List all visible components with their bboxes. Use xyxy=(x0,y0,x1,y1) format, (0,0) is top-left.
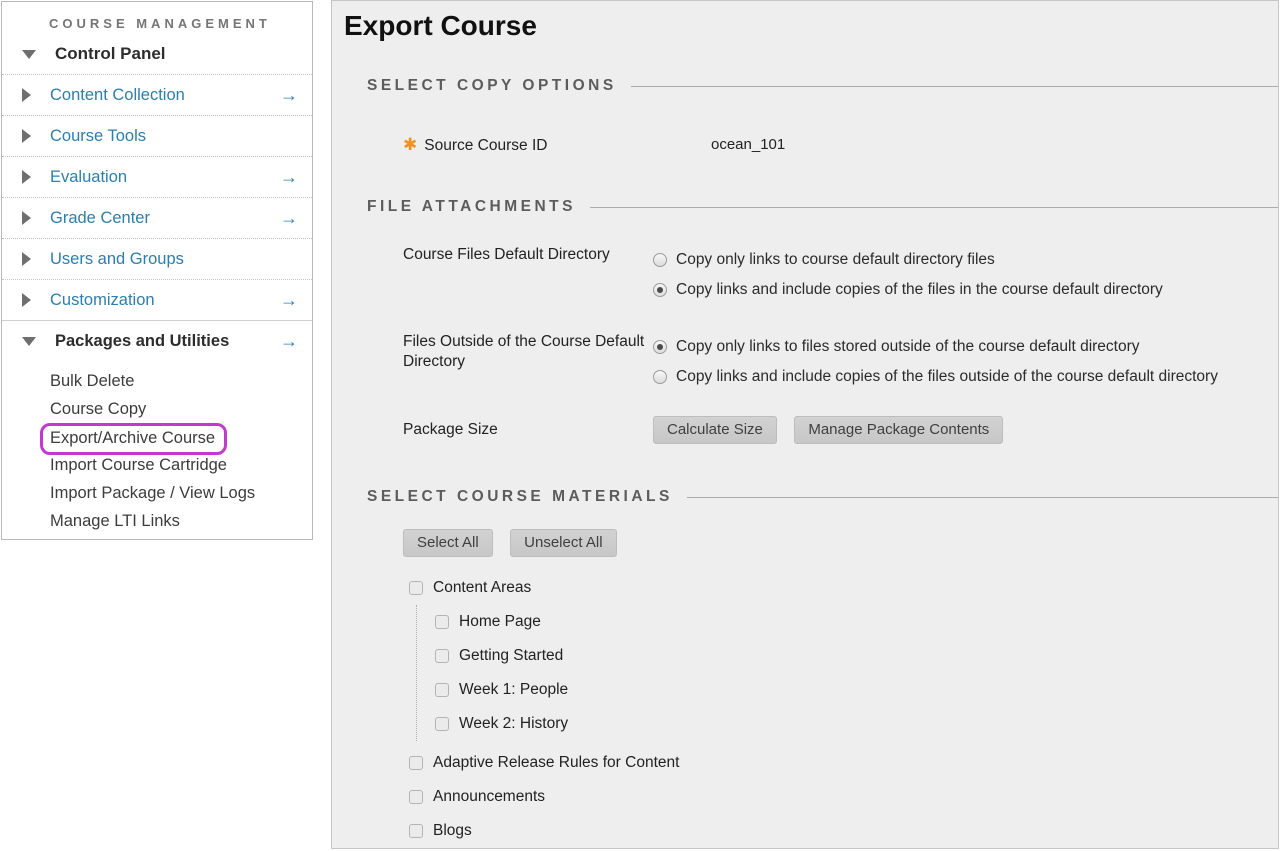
course-files-default-directory-row: Course Files Default Directory Copy only… xyxy=(332,245,1278,305)
checkbox-item-home-page[interactable]: Home Page xyxy=(435,605,1278,639)
sidebar-item-content-collection[interactable]: Content Collection → xyxy=(2,74,312,115)
right-arrow-icon[interactable]: → xyxy=(280,290,298,311)
source-course-id-value: ocean_101 xyxy=(711,135,785,155)
sidebar-item-course-tools[interactable]: Course Tools xyxy=(2,115,312,156)
calculate-size-button[interactable]: Calculate Size xyxy=(653,416,777,444)
chevron-right-icon[interactable] xyxy=(22,88,31,102)
sidebar-header: COURSE MANAGEMENT xyxy=(49,16,312,31)
highlight-ring: Export/Archive Course xyxy=(40,423,227,455)
right-arrow-icon[interactable]: → xyxy=(280,208,298,229)
checkbox[interactable] xyxy=(409,581,423,595)
sidebar-item-control-panel[interactable]: Control Panel xyxy=(2,34,312,74)
package-size-buttons: Calculate Size Manage Package Contents xyxy=(653,416,1003,444)
checkbox[interactable] xyxy=(435,615,449,629)
sidebar-item-packages-and-utilities[interactable]: Packages and Utilities → xyxy=(2,320,312,361)
radio-option-copy-only-links-default[interactable]: Copy only links to course default direct… xyxy=(653,245,1163,275)
course-files-radio-group: Copy only links to course default direct… xyxy=(653,245,1163,305)
checkbox-item-content-areas[interactable]: Content Areas xyxy=(409,571,1278,605)
packages-utilities-label[interactable]: Packages and Utilities xyxy=(55,332,229,351)
export-archive-course-label[interactable]: Export/Archive Course xyxy=(50,429,215,447)
package-size-row: Package Size Calculate Size Manage Packa… xyxy=(332,416,1278,444)
submenu-item-import-package-view-logs[interactable]: Import Package / View Logs xyxy=(50,479,312,507)
submenu-item-export-archive-course[interactable]: Export/Archive Course xyxy=(50,423,312,451)
radio-option-copy-only-links-outside[interactable]: Copy only links to files stored outside … xyxy=(653,332,1218,362)
radio-button[interactable] xyxy=(653,283,667,297)
submenu-item-manage-lti-links[interactable]: Manage LTI Links xyxy=(50,507,312,535)
right-arrow-icon[interactable]: → xyxy=(280,85,298,106)
sidebar-link[interactable]: Evaluation xyxy=(50,168,127,187)
course-files-default-directory-label: Course Files Default Directory xyxy=(403,245,653,265)
course-management-sidebar: COURSE MANAGEMENT Control Panel Content … xyxy=(1,1,313,540)
checkbox-item-getting-started[interactable]: Getting Started xyxy=(435,639,1278,673)
export-course-panel: Export Course SELECT COPY OPTIONS ✱Sourc… xyxy=(331,0,1279,849)
checkbox[interactable] xyxy=(435,649,449,663)
submenu-item-course-copy[interactable]: Course Copy xyxy=(50,395,312,423)
sidebar-link[interactable]: Content Collection xyxy=(50,86,185,105)
select-buttons-row: Select All Unselect All xyxy=(403,529,1278,557)
packages-submenu: Bulk Delete Course Copy Export/Archive C… xyxy=(2,367,312,535)
manage-package-contents-button[interactable]: Manage Package Contents xyxy=(794,416,1003,444)
sidebar-item-evaluation[interactable]: Evaluation → xyxy=(2,156,312,197)
chevron-right-icon[interactable] xyxy=(22,211,31,225)
checkbox[interactable] xyxy=(409,824,423,838)
radio-button[interactable] xyxy=(653,253,667,267)
source-course-id-label: ✱Source Course ID xyxy=(403,135,653,156)
radio-option-copy-links-and-copies-default[interactable]: Copy links and include copies of the fil… xyxy=(653,275,1163,305)
right-arrow-icon[interactable]: → xyxy=(280,167,298,188)
section-select-copy-options: SELECT COPY OPTIONS xyxy=(367,77,1278,95)
sidebar-link[interactable]: Course Tools xyxy=(50,127,146,146)
chevron-right-icon[interactable] xyxy=(22,293,31,307)
checkbox-item-blogs[interactable]: Blogs xyxy=(409,814,1278,848)
sidebar-link[interactable]: Customization xyxy=(50,291,155,310)
checkbox-item-week-1-people[interactable]: Week 1: People xyxy=(435,673,1278,707)
radio-button[interactable] xyxy=(653,340,667,354)
submenu-item-import-course-cartridge[interactable]: Import Course Cartridge xyxy=(50,451,312,479)
sidebar-item-users-and-groups[interactable]: Users and Groups xyxy=(2,238,312,279)
files-outside-radio-group: Copy only links to files stored outside … xyxy=(653,332,1218,392)
chevron-down-icon[interactable] xyxy=(22,50,36,59)
select-all-button[interactable]: Select All xyxy=(403,529,493,557)
chevron-right-icon[interactable] xyxy=(22,129,31,143)
unselect-all-button[interactable]: Unselect All xyxy=(510,529,616,557)
checkbox-item-week-2-history[interactable]: Week 2: History xyxy=(435,707,1278,741)
sidebar-link[interactable]: Users and Groups xyxy=(50,250,184,269)
chevron-right-icon[interactable] xyxy=(22,252,31,266)
checkbox[interactable] xyxy=(409,790,423,804)
sidebar-item-grade-center[interactable]: Grade Center → xyxy=(2,197,312,238)
checkbox[interactable] xyxy=(435,717,449,731)
files-outside-directory-row: Files Outside of the Course Default Dire… xyxy=(332,332,1278,392)
sidebar-link[interactable]: Grade Center xyxy=(50,209,150,228)
submenu-item-bulk-delete[interactable]: Bulk Delete xyxy=(50,367,312,395)
package-size-label: Package Size xyxy=(403,420,653,440)
source-course-id-row: ✱Source Course ID ocean_101 xyxy=(332,135,1278,156)
files-outside-directory-label: Files Outside of the Course Default Dire… xyxy=(403,332,653,372)
radio-option-copy-links-and-copies-outside[interactable]: Copy links and include copies of the fil… xyxy=(653,362,1218,392)
right-arrow-icon[interactable]: → xyxy=(280,331,298,352)
screenshot-root: COURSE MANAGEMENT Control Panel Content … xyxy=(0,0,1280,851)
checkbox-item-adaptive-release-rules[interactable]: Adaptive Release Rules for Content xyxy=(409,746,1278,780)
control-panel-label[interactable]: Control Panel xyxy=(55,44,166,64)
course-materials-tree: Content Areas Home Page Getting Started … xyxy=(409,571,1278,848)
checkbox[interactable] xyxy=(435,683,449,697)
chevron-down-icon[interactable] xyxy=(22,337,36,346)
section-file-attachments: FILE ATTACHMENTS xyxy=(367,198,1278,216)
checkbox[interactable] xyxy=(409,756,423,770)
required-asterisk-icon: ✱ xyxy=(403,135,417,154)
sidebar-item-customization[interactable]: Customization → xyxy=(2,279,312,320)
content-areas-children: Home Page Getting Started Week 1: People… xyxy=(416,605,1278,741)
radio-button[interactable] xyxy=(653,370,667,384)
page-title: Export Course xyxy=(344,7,1278,45)
section-select-course-materials: SELECT COURSE MATERIALS xyxy=(367,488,1278,506)
chevron-right-icon[interactable] xyxy=(22,170,31,184)
checkbox-item-announcements[interactable]: Announcements xyxy=(409,780,1278,814)
